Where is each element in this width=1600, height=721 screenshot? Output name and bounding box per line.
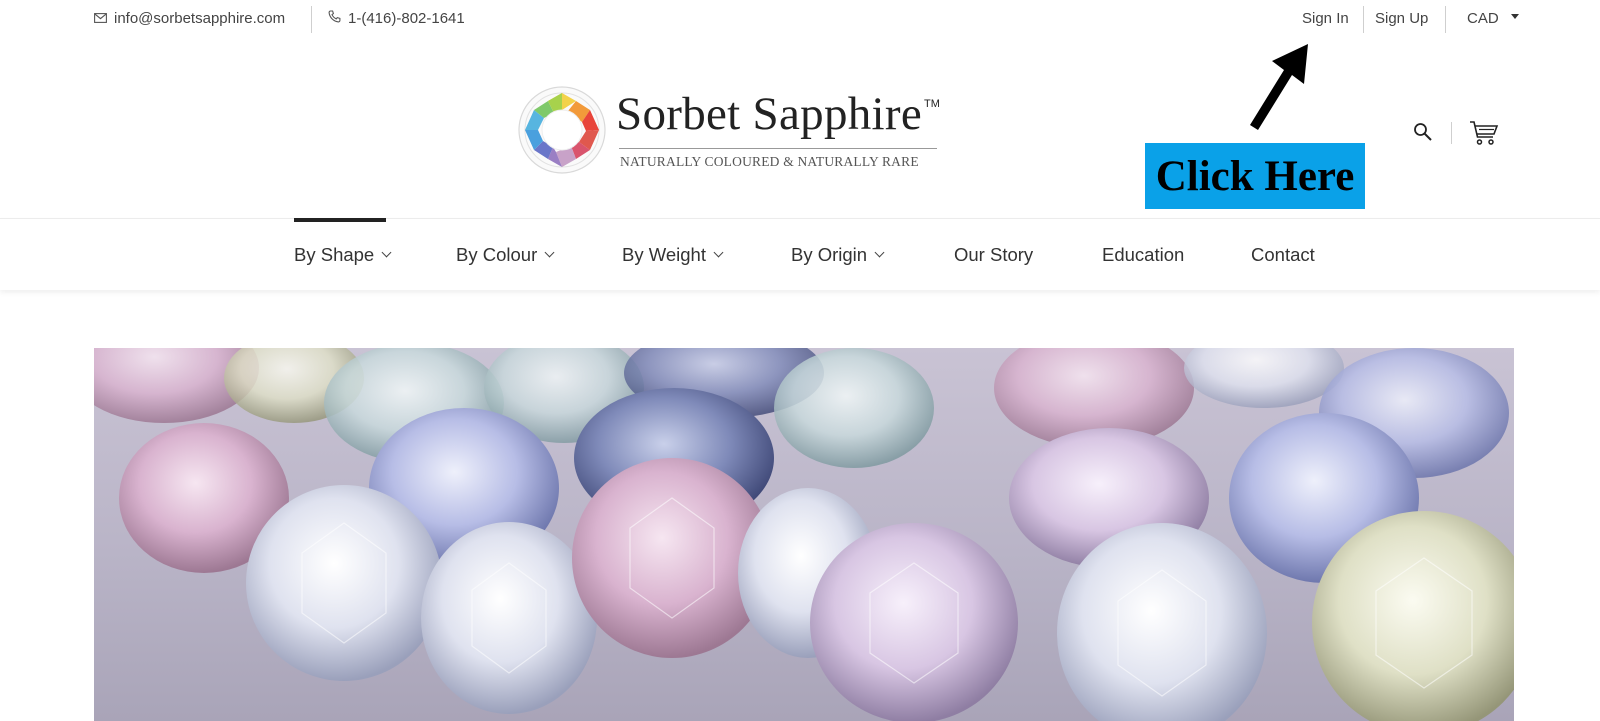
nav-item-label: Education <box>1102 244 1185 265</box>
divider <box>1445 6 1446 33</box>
nav-item-by-colour[interactable]: By Colour <box>456 219 555 291</box>
logo-mark-icon <box>518 86 606 174</box>
nav-item-label: By Origin <box>791 244 868 265</box>
nav-item-label: Our Story <box>954 244 1034 265</box>
brand-tagline: NATURALLY COLOURED & NATURALLY RARE <box>620 154 919 169</box>
sign-in-link[interactable]: Sign In <box>1302 10 1349 27</box>
chevron-down-icon <box>544 247 555 258</box>
nav-item-label: Contact <box>1251 244 1315 265</box>
mail-icon <box>94 10 107 27</box>
search-icon <box>1414 123 1432 141</box>
email-text: info@sorbetsapphire.com <box>114 10 286 27</box>
phone-text: 1-(416)-802-1641 <box>348 10 465 27</box>
hero-banner-image <box>94 348 1514 721</box>
site-logo[interactable]: Sorbet Sapphire TM NATURALLY COLOURED & … <box>516 84 942 178</box>
nav-item-our-story[interactable]: Our Story <box>954 219 1033 291</box>
phone-link[interactable]: 1-(416)-802-1641 <box>328 10 465 27</box>
cart-button[interactable] <box>1467 118 1501 148</box>
arrow-up-icon <box>1250 44 1308 130</box>
nav-item-contact[interactable]: Contact <box>1251 219 1315 291</box>
top-bar: info@sorbetsapphire.com 1-(416)-802-1641… <box>0 0 1600 40</box>
main-nav: By Shape By Colour By Weight By Origin O… <box>0 218 1600 290</box>
currency-selector[interactable]: CAD <box>1467 10 1519 27</box>
nav-item-label: By Colour <box>456 244 538 265</box>
divider <box>311 6 312 33</box>
phone-icon <box>328 10 341 27</box>
email-link[interactable]: info@sorbetsapphire.com <box>94 10 285 27</box>
nav-item-label: By Weight <box>622 244 706 265</box>
search-button[interactable] <box>1411 120 1435 144</box>
logo-divider <box>619 148 937 149</box>
nav-item-by-shape[interactable]: By Shape <box>294 218 392 291</box>
nav-item-by-weight[interactable]: By Weight <box>622 219 724 291</box>
brand-name: Sorbet Sapphire <box>616 88 923 140</box>
currency-value: CAD <box>1467 10 1499 27</box>
cart-icon <box>1470 121 1499 145</box>
divider <box>1451 122 1452 144</box>
click-here-callout: Click Here <box>1145 143 1365 209</box>
trademark-mark: TM <box>924 98 940 110</box>
divider <box>1363 6 1364 33</box>
nav-item-education[interactable]: Education <box>1102 219 1184 291</box>
nav-item-by-origin[interactable]: By Origin <box>791 219 885 291</box>
sign-up-link[interactable]: Sign Up <box>1375 10 1428 27</box>
nav-item-label: By Shape <box>294 244 375 265</box>
chevron-down-icon <box>713 247 724 258</box>
caret-down-icon <box>1510 14 1519 19</box>
chevron-down-icon <box>874 247 885 258</box>
chevron-down-icon <box>381 247 392 258</box>
